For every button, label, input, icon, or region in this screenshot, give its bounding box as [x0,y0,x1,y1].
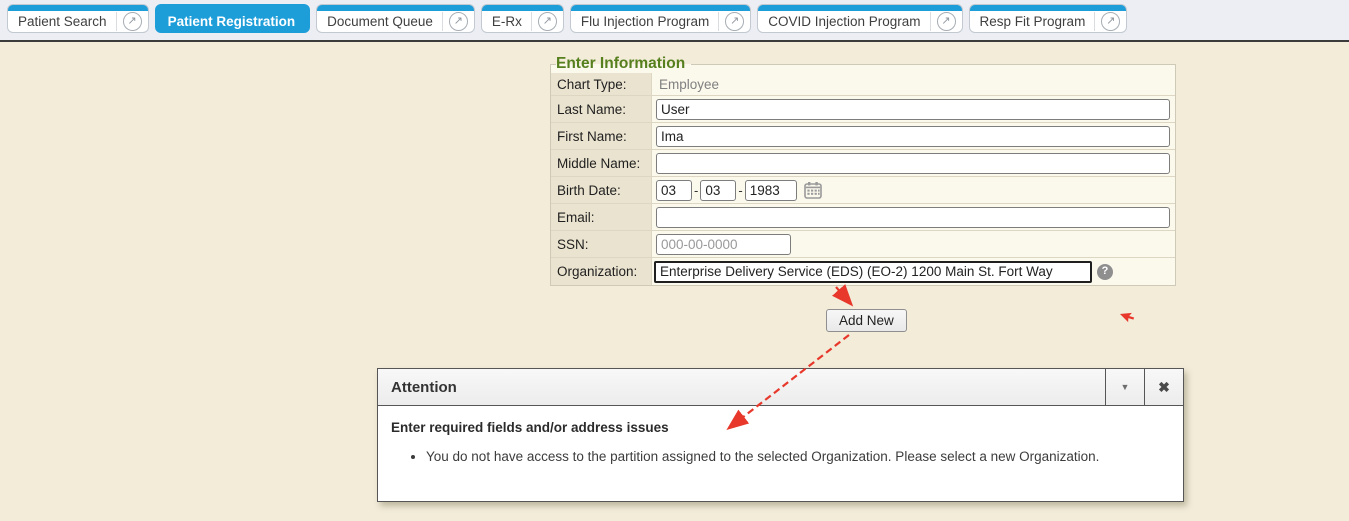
help-icon[interactable]: ? [1097,264,1113,280]
tab-divider [718,12,719,31]
birth-year-input[interactable] [745,180,797,201]
form-row-last-name: Last Name: [551,96,1175,123]
email-input[interactable] [656,207,1170,228]
first-name-label: First Name: [551,123,652,149]
first-name-input[interactable] [656,126,1170,147]
last-name-input[interactable] [656,99,1170,120]
birth-day-input[interactable] [700,180,736,201]
calendar-icon[interactable] [804,181,822,199]
birth-month-input[interactable] [656,180,692,201]
tab-e-rx[interactable]: E-Rx ↗ [481,4,564,33]
open-in-new-window-icon[interactable]: ↗ [1101,12,1120,31]
open-in-new-window-icon[interactable]: ↗ [538,12,557,31]
close-button[interactable]: ✖ [1144,369,1183,405]
date-separator: - [738,183,742,198]
enter-information-fieldset: Enter Information Chart Type: Employee L… [550,55,1176,286]
ssn-label: SSN: [551,231,652,257]
chart-type-value: Employee [656,77,719,92]
form-row-chart-type: Chart Type: Employee [551,73,1175,96]
middle-name-input[interactable] [656,153,1170,174]
tab-divider [531,12,532,31]
tab-patient-search[interactable]: Patient Search ↗ [7,4,149,33]
dialog-title: Attention [378,369,1105,405]
tab-bar: Patient Search ↗ Patient Registration Do… [0,0,1349,42]
tab-divider [930,12,931,31]
tab-flu-injection-program[interactable]: Flu Injection Program ↗ [570,4,751,33]
email-label: Email: [551,204,652,230]
tab-label: Patient Search [18,14,107,29]
error-list: You do not have access to the partition … [391,449,1169,464]
chart-type-label: Chart Type: [551,73,652,95]
open-in-new-window-icon[interactable]: ↗ [937,12,956,31]
form-row-first-name: First Name: [551,123,1175,150]
ssn-input[interactable] [656,234,791,255]
tab-covid-injection-program[interactable]: COVID Injection Program ↗ [757,4,962,33]
last-name-label: Last Name: [551,96,652,122]
birth-date-label: Birth Date: [551,177,652,203]
form-legend: Enter Information [556,55,691,73]
open-in-new-window-icon[interactable]: ↗ [123,12,142,31]
organization-input[interactable] [654,261,1092,283]
add-new-button[interactable]: Add New [826,309,907,332]
form-row-email: Email: [551,204,1175,231]
tab-label: Patient Registration [168,14,296,29]
tab-label: Document Queue [327,14,433,29]
tab-label: Flu Injection Program [581,14,709,29]
form-row-middle-name: Middle Name: [551,150,1175,177]
tab-label: COVID Injection Program [768,14,920,29]
error-item: You do not have access to the partition … [426,449,1169,464]
open-in-new-window-icon[interactable]: ↗ [725,12,744,31]
tab-document-queue[interactable]: Document Queue ↗ [316,4,475,33]
collapse-button[interactable]: ▼ [1105,369,1144,405]
tab-patient-registration[interactable]: Patient Registration [155,4,311,33]
red-cursor-icon [1120,307,1136,323]
date-separator: - [694,183,698,198]
attention-dialog: Attention ▼ ✖ Enter required fields and/… [377,368,1184,502]
close-icon: ✖ [1158,379,1170,396]
attention-dialog-header: Attention ▼ ✖ [378,369,1183,406]
tab-divider [1094,12,1095,31]
tab-divider [442,12,443,31]
chevron-down-icon: ▼ [1121,382,1130,392]
middle-name-label: Middle Name: [551,150,652,176]
open-in-new-window-icon[interactable]: ↗ [449,12,468,31]
tab-divider [116,12,117,31]
form-row-ssn: SSN: [551,231,1175,258]
tab-label: E-Rx [492,14,522,29]
dialog-heading: Enter required fields and/or address iss… [391,420,1169,435]
tab-resp-fit-program[interactable]: Resp Fit Program ↗ [969,4,1128,33]
annotation-arrow-to-add-new [836,287,851,304]
form-row-organization: Organization: ? [551,258,1175,285]
organization-label: Organization: [551,258,652,285]
tab-label: Resp Fit Program [980,14,1086,29]
form-row-birth-date: Birth Date: - - [551,177,1175,204]
dialog-body: Enter required fields and/or address iss… [378,406,1183,464]
